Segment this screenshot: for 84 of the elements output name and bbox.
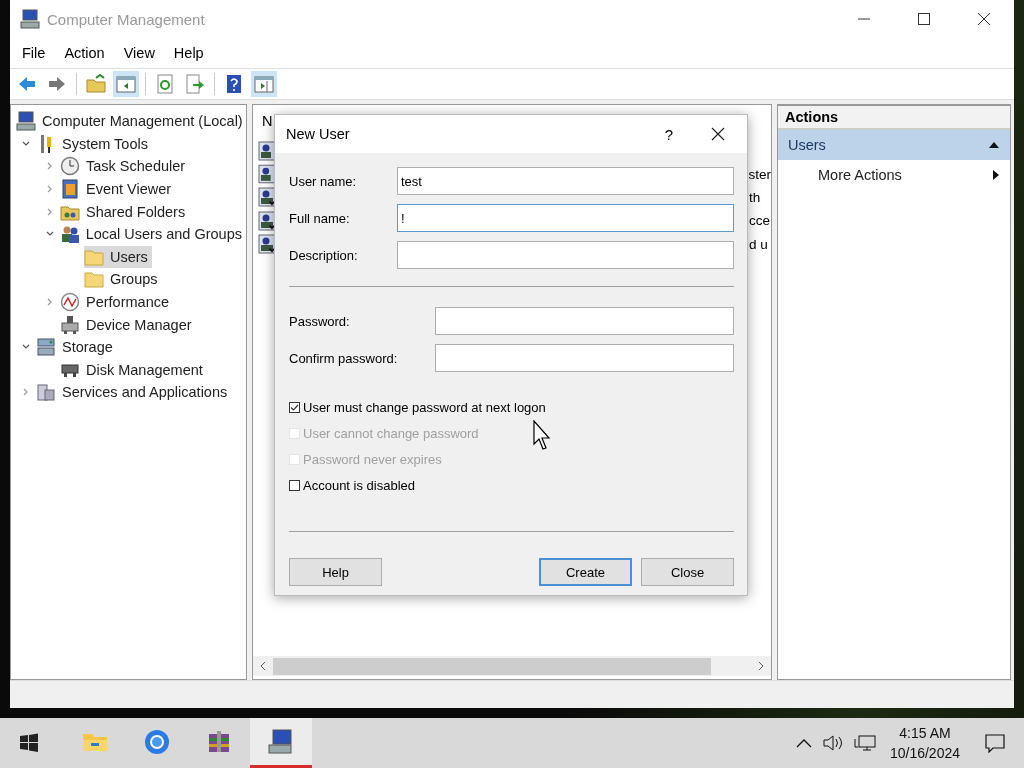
close-icon[interactable]: [711, 127, 725, 141]
menu-item[interactable]: Action: [64, 45, 114, 61]
tree-item[interactable]: Task Scheduler: [60, 155, 190, 178]
dialog-button[interactable]: Close: [641, 558, 734, 586]
checkbox-label[interactable]: User must change password at next logon: [303, 399, 546, 415]
tree-item[interactable]: Services and Applications: [36, 381, 232, 404]
tree-item[interactable]: Performance: [60, 291, 173, 314]
chevron-up-icon[interactable]: [795, 738, 812, 748]
tree-item[interactable]: Local Users and Groups: [59, 223, 246, 246]
field-label: Password:: [289, 313, 351, 329]
browser-icon: [143, 727, 171, 756]
menu-item[interactable]: Help: [173, 45, 213, 61]
clock-icon: [60, 156, 80, 177]
checkbox-label: User cannot change password: [303, 425, 479, 441]
checkbox[interactable]: [289, 479, 300, 491]
tree-item[interactable]: Event Viewer: [60, 178, 176, 201]
dialog-button[interactable]: Create: [539, 558, 632, 586]
back-icon[interactable]: [17, 74, 37, 94]
field-label: User name:: [289, 173, 358, 189]
scroll-left-icon[interactable]: [259, 661, 267, 671]
dialog-button[interactable]: Help: [289, 558, 382, 586]
computer-icon: [267, 727, 295, 756]
speaker-icon[interactable]: [821, 734, 844, 752]
checkbox-label: Password never expires: [303, 451, 442, 467]
tree-item[interactable]: Device Manager: [60, 313, 196, 336]
action-link[interactable]: More Actions: [818, 167, 902, 183]
tree-item[interactable]: Disk Management: [60, 358, 207, 381]
users-icon: [59, 224, 80, 245]
help-icon[interactable]: [224, 74, 244, 94]
input-field[interactable]: [435, 307, 734, 335]
taskbar-app[interactable]: [250, 718, 312, 768]
network-icon[interactable]: [853, 734, 876, 752]
maximize-icon[interactable]: [917, 12, 931, 26]
forward-icon[interactable]: [47, 74, 67, 94]
storage-icon: [36, 337, 56, 358]
tree-item[interactable]: Storage: [36, 336, 117, 359]
close-icon[interactable]: [977, 12, 991, 26]
gauge-icon: [60, 292, 80, 313]
scrollbar[interactable]: [253, 656, 771, 676]
console-tree-icon[interactable]: [116, 74, 136, 94]
app-icon: [20, 9, 40, 29]
folder-up-icon[interactable]: [86, 74, 106, 94]
help-button[interactable]: ?: [649, 125, 689, 143]
clock-date[interactable]: 10/16/2024: [889, 743, 960, 763]
description-text: ster: [748, 166, 771, 182]
folder-icon: [84, 269, 104, 290]
notification-icon[interactable]: [984, 733, 1006, 753]
export-icon[interactable]: [185, 74, 205, 94]
description-text: th: [749, 189, 761, 205]
field-label: Description:: [289, 247, 359, 263]
checkbox-label[interactable]: Account is disabled: [303, 477, 415, 493]
computer-icon: [16, 111, 36, 132]
menu-item[interactable]: View: [123, 45, 164, 61]
tree-item[interactable]: Computer Management (Local): [16, 110, 247, 133]
scroll-right-icon[interactable]: [757, 661, 765, 671]
panel-title: Actions: [778, 106, 1010, 130]
section-title[interactable]: Users: [788, 137, 826, 153]
server-icon: [36, 382, 56, 403]
input-field[interactable]: test: [397, 167, 734, 195]
field-label: Full name:: [289, 210, 351, 226]
refresh-icon[interactable]: [155, 74, 175, 94]
check-icon: [290, 402, 299, 412]
submenu-arrow-icon: [992, 169, 1000, 181]
cursor-icon: [533, 420, 553, 452]
tree-item[interactable]: Users: [84, 245, 152, 268]
menu-item[interactable]: File: [22, 45, 55, 61]
input-field[interactable]: !: [397, 204, 734, 232]
input-field[interactable]: [397, 241, 734, 269]
device-icon: [60, 314, 80, 335]
collapse-icon[interactable]: [988, 141, 1000, 149]
description-text: cce: [749, 213, 770, 229]
tree-item[interactable]: System Tools: [36, 132, 152, 155]
start-icon[interactable]: [19, 733, 39, 753]
field-label: Confirm password:: [289, 350, 399, 366]
window-title: Computer Management: [47, 10, 206, 28]
input-field[interactable]: [435, 344, 734, 372]
dialog-title: New User: [286, 126, 351, 142]
clock-time[interactable]: 4:15 AM: [899, 723, 951, 743]
tree-item[interactable]: Shared Folders: [60, 200, 190, 223]
description-text: d u: [749, 236, 768, 252]
action-pane-icon[interactable]: [254, 74, 274, 94]
tree-item[interactable]: Groups: [84, 268, 162, 291]
checkbox[interactable]: [289, 401, 300, 413]
log-book-icon: [60, 179, 80, 200]
